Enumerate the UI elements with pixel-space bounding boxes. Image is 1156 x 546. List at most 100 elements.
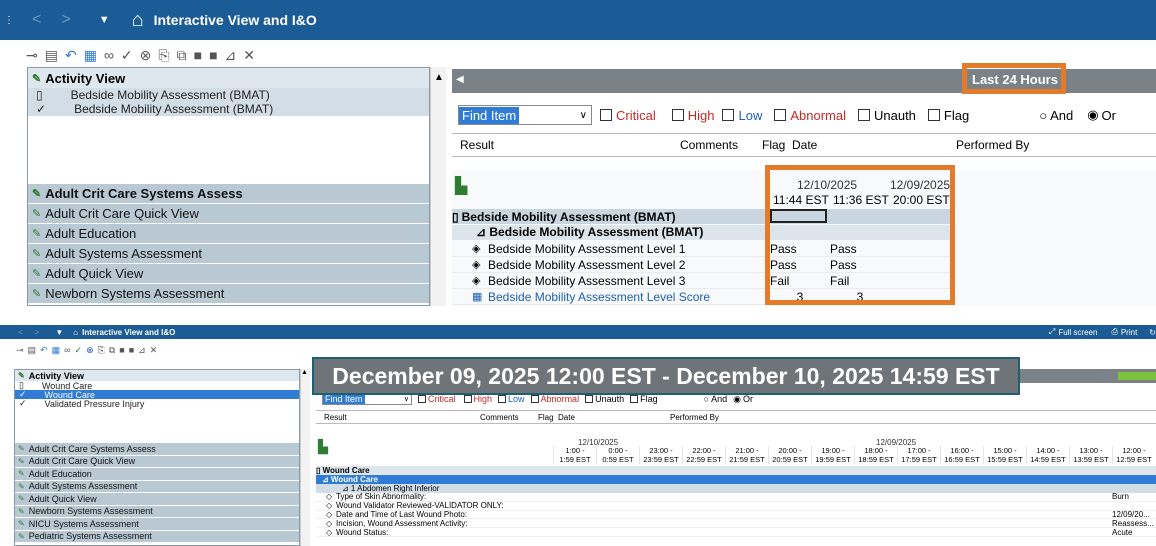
activity-view-header[interactable]: ✎ Activity View [15, 370, 299, 381]
cell-value[interactable]: 12/09/20... [1112, 510, 1150, 519]
glasses-icon[interactable]: ∞ [104, 47, 114, 63]
sidebar-band-item[interactable]: ✎ Adult Quick View [28, 264, 429, 284]
high-checkbox[interactable] [463, 395, 472, 403]
time-column[interactable]: 16:00 -16:59 EST [940, 446, 983, 464]
bottom-left-scrollbar[interactable]: ▲ [300, 369, 310, 546]
and-radio[interactable]: ○ [1039, 108, 1047, 123]
table-row[interactable]: ◇ Wound Status: Acute [316, 528, 1156, 537]
time-column[interactable]: 1:00 -1:59 EST [553, 446, 596, 464]
table-icon[interactable]: ▦ [84, 47, 97, 64]
check-icon[interactable]: ✓ [121, 47, 133, 64]
glasses-icon[interactable]: ∞ [64, 345, 70, 355]
home-icon[interactable]: ⌂ [132, 9, 144, 32]
scroll-left-icon[interactable]: ◀ [456, 74, 464, 85]
time-column[interactable]: 12:00 -12:59 EST [1112, 446, 1155, 464]
flowsheet-chart-icon[interactable]: ▙ [455, 176, 467, 196]
subsubsection-row[interactable]: ⊿ 1 Abdomen Right Inferior [316, 484, 1156, 493]
or-radio[interactable]: ◉ [733, 394, 741, 405]
back-arrow-icon[interactable]: < [32, 11, 41, 29]
print-icon[interactable]: ⎙ [1111, 327, 1117, 337]
link-icon[interactable]: ⊸ [26, 47, 38, 64]
cell-value[interactable]: Reassess... [1112, 519, 1154, 528]
result-column-header[interactable]: Result [460, 138, 680, 152]
sidebar-band-item[interactable]: ✎ Adult Systems Assessment [28, 244, 429, 264]
list-item[interactable]: ✓ Bedside Mobility Assessment (BMAT) [28, 102, 429, 116]
undo-icon[interactable]: ↶ [40, 345, 48, 356]
sidebar-band-item[interactable]: ✎ Newborn Systems Assessment [15, 505, 299, 518]
time-column[interactable]: 0:00 -0:59 EST [596, 446, 639, 464]
time-column[interactable]: 18:00 -18:59 EST [854, 446, 897, 464]
chart-icon[interactable]: ⊿ [138, 345, 146, 356]
result-column-header[interactable]: Result [324, 413, 480, 422]
refresh-icon[interactable]: ↻ [1149, 328, 1156, 337]
sidebar-band-item[interactable]: ✎ Adult Quick View [15, 493, 299, 506]
cancel-icon[interactable]: ⊗ [86, 345, 94, 356]
flag-checkbox[interactable] [630, 395, 639, 403]
performed-by-column-header[interactable]: Performed By [956, 138, 1029, 152]
paste-icon[interactable]: ⎘ [158, 47, 169, 64]
low-checkbox[interactable] [722, 109, 735, 121]
table-row[interactable]: ◇ Incision, Wound Assessment Activity: Rea… [316, 519, 1156, 529]
block-icon[interactable]: ■ [194, 47, 202, 63]
flag-column-header[interactable]: Flag [762, 138, 792, 152]
performed-by-column-header[interactable]: Performed By [670, 413, 719, 422]
sidebar-band-item[interactable]: ✎ Newborn Systems Assessment [28, 284, 429, 304]
time-column[interactable]: 13:00 -13:59 EST [1069, 446, 1112, 464]
block2-icon[interactable]: ■ [129, 345, 134, 355]
cell-value[interactable]: Acute [1112, 528, 1132, 537]
scroll-up-icon[interactable]: ▲ [434, 72, 444, 83]
abnormal-checkbox[interactable] [530, 395, 539, 403]
time-column[interactable]: 19:00 -19:59 EST [811, 446, 854, 464]
sidebar-band-item[interactable]: ✎ Adult Crit Care Quick View [28, 204, 429, 224]
table-icon[interactable]: ▦ [52, 345, 61, 356]
activity-view-header[interactable]: ✎ Activity View [28, 68, 429, 88]
top-left-scrollbar[interactable]: ▲ [430, 67, 446, 306]
sidebar-band-item[interactable]: ✎ Pediatric Systems Assessment [15, 530, 299, 543]
list-item[interactable]: ✓ Validated Pressure Injury [15, 398, 299, 409]
comments-column-header[interactable]: Comments [680, 138, 762, 152]
date-column-header[interactable]: Date [792, 138, 956, 152]
grid-icon[interactable]: ▤ [45, 47, 58, 64]
time-column[interactable]: 21:00 -21:59 EST [725, 446, 768, 464]
sidebar-band-item[interactable]: ✎ Adult Crit Care Systems Assess [28, 184, 429, 204]
drag-handle-icon[interactable]: ⋮ [4, 15, 14, 26]
section-row[interactable]: ▯ Wound Care [316, 466, 1156, 475]
sidebar-band-item[interactable]: ✎ NICU Systems Assessment [15, 518, 299, 531]
time-column[interactable]: 22:00 -22:59 EST [682, 446, 725, 464]
grid-icon[interactable]: ▤ [28, 345, 37, 356]
time-column[interactable]: 23:00 -23:59 EST [639, 446, 682, 464]
comments-column-header[interactable]: Comments [480, 413, 538, 422]
back-arrow-icon[interactable]: < [18, 328, 23, 337]
block2-icon[interactable]: ■ [209, 47, 217, 63]
sidebar-band-item[interactable]: ✎ Adult Education [28, 224, 429, 244]
forward-arrow-icon[interactable]: > [35, 328, 40, 337]
high-checkbox[interactable] [671, 109, 684, 121]
unauth-checkbox[interactable] [857, 109, 870, 121]
time-column[interactable]: 14:00 -14:59 EST [1026, 446, 1069, 464]
cancel-icon[interactable]: ⊗ [140, 47, 152, 64]
full-screen-button[interactable]: Full screen [1058, 328, 1097, 337]
or-radio[interactable]: ◉ [1087, 107, 1098, 123]
dropdown-arrow-icon[interactable]: ▼ [55, 328, 63, 337]
time-column[interactable]: 20:00 -20:59 EST [768, 446, 811, 464]
print-button[interactable]: Print [1121, 328, 1137, 337]
sidebar-band-item[interactable]: ✎ Adult Systems Assessment [15, 480, 299, 493]
time-column[interactable]: 15:00 -15:59 EST [983, 446, 1026, 464]
copy-icon[interactable]: ⧉ [109, 345, 115, 356]
date-column-header[interactable]: Date [558, 413, 670, 422]
paste-icon[interactable]: ⎘ [98, 345, 105, 356]
forward-arrow-icon[interactable]: > [61, 11, 70, 29]
check-icon[interactable]: ✓ [75, 345, 83, 356]
and-radio[interactable]: ○ [704, 394, 709, 404]
list-item[interactable]: ▯ Bedside Mobility Assessment (BMAT) [28, 88, 429, 102]
low-checkbox[interactable] [498, 395, 507, 403]
time-column[interactable]: 17:00 -17:59 EST [897, 446, 940, 464]
bottom-flowsheet-icon[interactable]: ▙ [318, 439, 328, 455]
abnormal-checkbox[interactable] [774, 109, 787, 121]
block-icon[interactable]: ■ [119, 345, 124, 355]
critical-checkbox[interactable] [600, 109, 612, 121]
copy-icon[interactable]: ⧉ [177, 47, 187, 64]
sidebar-band-item[interactable]: ✎ Adult Crit Care Quick View [15, 455, 299, 468]
find-item-dropdown[interactable]: Find Item ∨ [458, 105, 592, 125]
sidebar-band-item[interactable]: ✎ Adult Education [15, 468, 299, 481]
